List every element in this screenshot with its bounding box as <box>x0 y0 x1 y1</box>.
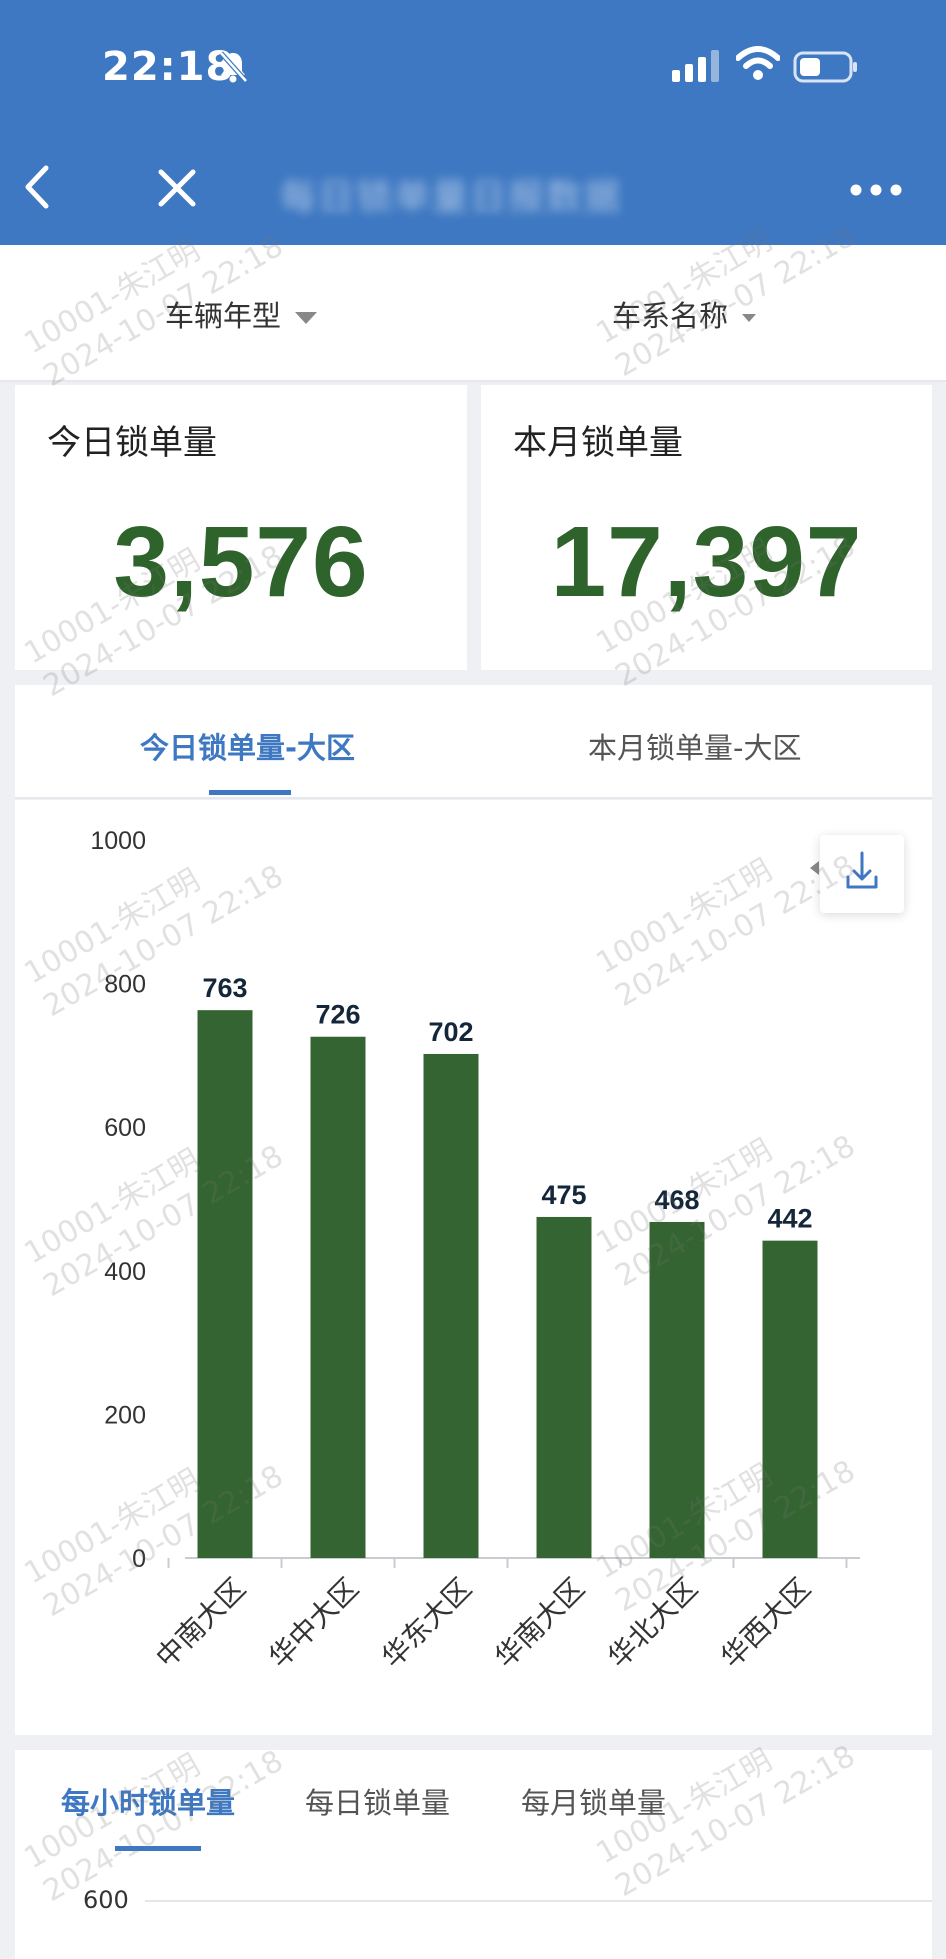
back-chevron-icon[interactable] <box>18 164 54 214</box>
page-title: 每日锁单量日报数据 <box>280 177 623 218</box>
more-options-icon[interactable] <box>850 181 902 200</box>
time-series-panel: 每小时锁单量 每日锁单量 每月锁单量 600 <box>15 1750 932 1959</box>
bell-muted-icon <box>218 50 248 88</box>
tab-hourly[interactable]: 每小时锁单量 <box>61 1780 235 1822</box>
x-tick-label: 中南大区 <box>149 1572 252 1675</box>
y-tick-label: 600 <box>104 1114 146 1142</box>
vehicle-series-filter[interactable]: 车系名称 <box>612 293 757 335</box>
data-label: 702 <box>428 1017 473 1047</box>
x-tick-label: 华南大区 <box>488 1572 591 1675</box>
x-tick-label: 华中大区 <box>262 1572 365 1675</box>
dropdown-caret-icon <box>295 312 318 324</box>
region-tabs: 今日锁单量-大区 本月锁单量-大区 <box>15 685 932 799</box>
battery-icon <box>793 51 859 87</box>
data-label: 475 <box>541 1180 586 1210</box>
region-bar-chart-panel: 0 200 400 600 800 1000 763 中南大区 726 华中大区 702 华东大区 47… <box>15 800 932 1735</box>
region-bar-chart: 0 200 400 600 800 1000 763 中南大区 726 华中大区 702 华东大区 47… <box>90 827 860 1675</box>
y-tick-label: 800 <box>104 971 146 999</box>
active-tab-indicator <box>209 790 291 795</box>
kpi-value: 17,397 <box>550 506 863 618</box>
tab-month-region[interactable]: 本月锁单量-大区 <box>588 725 801 767</box>
bar <box>310 1036 366 1558</box>
download-icon <box>846 851 878 889</box>
y-tick-label: 400 <box>104 1258 146 1286</box>
data-label: 726 <box>315 1000 360 1030</box>
wifi-icon <box>735 46 781 86</box>
y-tick-label: 1000 <box>90 827 146 855</box>
x-tick-label: 华北大区 <box>601 1572 704 1675</box>
tab-daily[interactable]: 每日锁单量 <box>305 1780 450 1822</box>
y-tick-label: 0 <box>132 1545 146 1573</box>
x-tick-label: 华西大区 <box>714 1572 817 1675</box>
gridline <box>145 1900 932 1902</box>
filter-label: 车系名称 <box>612 299 729 333</box>
app-header: 22:18 每日锁单量日报数据 <box>0 0 946 245</box>
kpi-card-month: 本月锁单量 17,397 <box>481 385 932 670</box>
bar <box>649 1221 705 1558</box>
filter-label: 车辆年型 <box>165 299 282 333</box>
collapse-arrow-icon[interactable] <box>810 861 819 875</box>
kpi-card-today: 今日锁单量 3,576 <box>15 385 467 670</box>
data-label: 442 <box>767 1204 812 1234</box>
kpi-title: 本月锁单量 <box>513 423 683 463</box>
data-label: 468 <box>654 1185 699 1215</box>
cellular-signal-icon <box>672 50 722 86</box>
vehicle-model-year-filter[interactable]: 车辆年型 <box>165 293 318 335</box>
tab-today-region[interactable]: 今日锁单量-大区 <box>140 725 355 767</box>
download-button[interactable] <box>820 835 904 913</box>
kpi-value: 3,576 <box>113 506 369 618</box>
dropdown-caret-icon <box>742 314 757 322</box>
active-tab-indicator <box>115 1846 201 1851</box>
kpi-title: 今日锁单量 <box>47 423 217 463</box>
bar <box>536 1216 592 1558</box>
close-icon[interactable] <box>157 168 197 212</box>
bar <box>762 1240 818 1558</box>
bar <box>197 1010 253 1558</box>
y-tick-label: 200 <box>104 1401 146 1429</box>
filter-bar: 车辆年型 车系名称 <box>0 245 946 382</box>
x-tick-label: 华东大区 <box>375 1572 478 1675</box>
status-time: 22:18 <box>102 44 235 90</box>
y-tick-label: 600 <box>83 1886 129 1914</box>
data-label: 763 <box>202 973 247 1003</box>
bar <box>423 1053 479 1558</box>
tab-monthly[interactable]: 每月锁单量 <box>521 1780 666 1822</box>
